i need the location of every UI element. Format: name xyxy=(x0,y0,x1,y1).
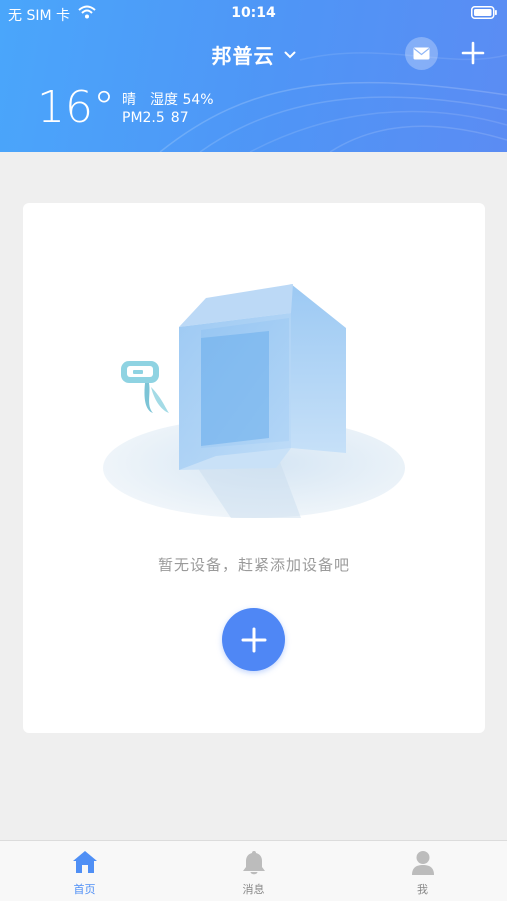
status-time: 10:14 xyxy=(231,5,276,21)
add-device-button[interactable] xyxy=(222,608,285,671)
empty-state-message: 暂无设备，赶紧添加设备吧 xyxy=(157,556,350,574)
tab-home-label: 首页 xyxy=(73,883,96,896)
bell-icon xyxy=(242,851,265,875)
page-title: 邦普云 xyxy=(211,44,275,68)
bottom-tab-bar: 首页 消息 我 xyxy=(0,840,507,901)
air-quality: PM2.5 87 xyxy=(122,110,189,126)
empty-device-card: 暂无设备，赶紧添加设备吧 xyxy=(23,203,485,733)
message-button[interactable] xyxy=(405,37,438,70)
chevron-down-icon xyxy=(284,51,296,58)
tab-me[interactable]: 我 xyxy=(338,841,507,901)
app-header: 无 SIM 卡 10:14 邦普云 16° 晴 湿度 54% PM2.5 87 xyxy=(0,0,507,152)
pm-label: PM2.5 xyxy=(122,110,165,126)
nav-bar: 邦普云 xyxy=(0,34,507,74)
plus-icon xyxy=(241,627,266,652)
battery-icon xyxy=(471,6,497,19)
home-icon xyxy=(72,851,97,873)
mail-icon xyxy=(413,47,430,60)
temperature: 16° xyxy=(37,82,115,133)
status-bar: 无 SIM 卡 10:14 xyxy=(0,0,507,28)
tab-messages[interactable]: 消息 xyxy=(169,841,338,901)
tab-home[interactable]: 首页 xyxy=(0,841,169,901)
humidity: 湿度 54% xyxy=(150,92,214,108)
add-button[interactable] xyxy=(458,38,488,68)
pm-value: 87 xyxy=(170,110,189,126)
tab-messages-label: 消息 xyxy=(242,883,265,896)
tab-me-label: 我 xyxy=(417,883,428,896)
empty-box-illustration xyxy=(103,284,405,518)
weather-info: 晴湿度 54% xyxy=(122,89,214,109)
user-icon xyxy=(411,851,434,875)
weather-condition: 晴 xyxy=(122,92,136,108)
